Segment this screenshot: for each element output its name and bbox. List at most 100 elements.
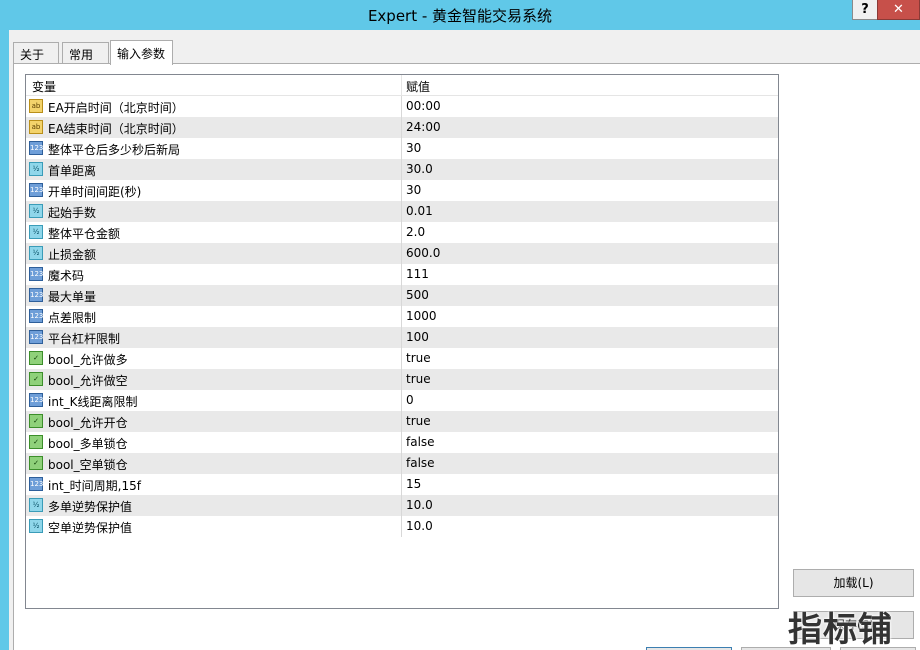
param-value-cell[interactable]: 600.0	[402, 243, 778, 264]
table-row[interactable]: 123 整体平仓后多少秒后新局 30	[26, 138, 778, 159]
param-name-cell[interactable]: ½ 首单距离	[26, 159, 402, 180]
parameters-grid[interactable]: 变量 赋值 ab EA开启时间（北京时间） 00:00 ab EA结束时间（北京时间） 2…	[25, 74, 779, 609]
param-value-cell[interactable]: 30	[402, 180, 778, 201]
param-name-cell[interactable]: ✓ bool_多单锁仓	[26, 432, 402, 453]
inputs-panel: 变量 赋值 ab EA开启时间（北京时间） 00:00 ab EA结束时间（北京时间） 2…	[13, 63, 920, 650]
table-row[interactable]: ab EA开启时间（北京时间） 00:00	[26, 96, 778, 117]
param-name-cell[interactable]: 123 最大单量	[26, 285, 402, 306]
param-value-cell[interactable]: 15	[402, 474, 778, 495]
param-value-cell[interactable]: 00:00	[402, 96, 778, 117]
double-type-icon: ½	[29, 498, 43, 512]
int-type-icon: 123	[29, 330, 43, 344]
table-row[interactable]: 123 魔术码 111	[26, 264, 778, 285]
param-name-cell[interactable]: 123 魔术码	[26, 264, 402, 285]
param-name: 整体平仓后多少秒后新局	[48, 143, 181, 157]
tab-inputs[interactable]: 输入参数	[110, 40, 173, 65]
param-value-cell[interactable]: true	[402, 348, 778, 369]
close-button[interactable]: ✕	[877, 0, 920, 20]
param-value-cell[interactable]: 0.01	[402, 201, 778, 222]
int-type-icon: 123	[29, 288, 43, 302]
param-name-cell[interactable]: ✓ bool_允许做多	[26, 348, 402, 369]
param-name: bool_允许做空	[48, 374, 128, 388]
param-value-cell[interactable]: 10.0	[402, 495, 778, 516]
param-value-cell[interactable]: 10.0	[402, 516, 778, 537]
load-button[interactable]: 加载(L)	[793, 569, 914, 597]
table-row[interactable]: ½ 整体平仓金额 2.0	[26, 222, 778, 243]
help-button[interactable]: ?	[852, 0, 878, 20]
param-value-cell[interactable]: false	[402, 432, 778, 453]
double-type-icon: ½	[29, 246, 43, 260]
param-name-cell[interactable]: ✓ bool_空单锁仓	[26, 453, 402, 474]
param-name-cell[interactable]: ½ 整体平仓金额	[26, 222, 402, 243]
table-row[interactable]: 123 开单时间间距(秒) 30	[26, 180, 778, 201]
param-value-cell[interactable]: 24:00	[402, 117, 778, 138]
table-row[interactable]: ½ 首单距离 30.0	[26, 159, 778, 180]
param-name: bool_允许做多	[48, 353, 128, 367]
table-row[interactable]: 123 int_时间周期,15f 15	[26, 474, 778, 495]
table-row[interactable]: 123 最大单量 500	[26, 285, 778, 306]
table-row[interactable]: 123 平台杠杆限制 100	[26, 327, 778, 348]
param-name: EA开启时间（北京时间）	[48, 101, 184, 115]
param-name-cell[interactable]: 123 int_时间周期,15f	[26, 474, 402, 495]
table-row[interactable]: ½ 起始手数 0.01	[26, 201, 778, 222]
bool-type-icon: ✓	[29, 351, 43, 365]
param-name-cell[interactable]: ½ 空单逆势保护值	[26, 516, 402, 537]
table-row[interactable]: ½ 空单逆势保护值 10.0	[26, 516, 778, 537]
param-value-cell[interactable]: 1000	[402, 306, 778, 327]
param-value-cell[interactable]: 30.0	[402, 159, 778, 180]
param-name: 空单逆势保护值	[48, 521, 133, 535]
param-name-cell[interactable]: ½ 多单逆势保护值	[26, 495, 402, 516]
param-name: 起始手数	[48, 206, 97, 220]
double-type-icon: ½	[29, 225, 43, 239]
param-name: 开单时间间距(秒)	[48, 185, 142, 199]
int-type-icon: 123	[29, 477, 43, 491]
param-name-cell[interactable]: 123 int_K线距离限制	[26, 390, 402, 411]
tab-about[interactable]: 关于	[13, 42, 59, 64]
string-type-icon: ab	[29, 120, 43, 134]
param-name: bool_空单锁仓	[48, 458, 128, 472]
param-name-cell[interactable]: 123 点差限制	[26, 306, 402, 327]
table-row[interactable]: ✓ bool_允许做空 true	[26, 369, 778, 390]
param-value-cell[interactable]: false	[402, 453, 778, 474]
table-row[interactable]: 123 int_K线距离限制 0	[26, 390, 778, 411]
param-name: 首单距离	[48, 164, 97, 178]
param-value-cell[interactable]: 30	[402, 138, 778, 159]
param-name-cell[interactable]: ✓ bool_允许开仓	[26, 411, 402, 432]
tab-common[interactable]: 常用	[62, 42, 109, 64]
title-bar[interactable]: Expert - 黄金智能交易系统 ? ✕	[0, 0, 920, 30]
param-value-cell[interactable]: 111	[402, 264, 778, 285]
header-variable[interactable]: 变量	[26, 75, 402, 96]
param-name-cell[interactable]: 123 平台杠杆限制	[26, 327, 402, 348]
param-name: int_时间周期,15f	[48, 479, 141, 493]
table-row[interactable]: ½ 止损金额 600.0	[26, 243, 778, 264]
table-row[interactable]: 123 点差限制 1000	[26, 306, 778, 327]
param-name-cell[interactable]: 123 开单时间间距(秒)	[26, 180, 402, 201]
param-value-cell[interactable]: true	[402, 411, 778, 432]
param-name: 魔术码	[48, 269, 85, 283]
param-value-cell[interactable]: 2.0	[402, 222, 778, 243]
window-title: Expert - 黄金智能交易系统	[367, 7, 553, 25]
int-type-icon: 123	[29, 183, 43, 197]
param-name-cell[interactable]: ½ 起始手数	[26, 201, 402, 222]
param-value-cell[interactable]: 100	[402, 327, 778, 348]
table-row[interactable]: ✓ bool_多单锁仓 false	[26, 432, 778, 453]
param-name-cell[interactable]: 123 整体平仓后多少秒后新局	[26, 138, 402, 159]
param-value-cell[interactable]: true	[402, 369, 778, 390]
param-name-cell[interactable]: ½ 止损金额	[26, 243, 402, 264]
param-value-cell[interactable]: 500	[402, 285, 778, 306]
table-row[interactable]: ✓ bool_空单锁仓 false	[26, 453, 778, 474]
header-value[interactable]: 赋值	[402, 75, 778, 96]
bool-type-icon: ✓	[29, 372, 43, 386]
param-name: 整体平仓金额	[48, 227, 121, 241]
table-row[interactable]: ½ 多单逆势保护值 10.0	[26, 495, 778, 516]
param-name: 止损金额	[48, 248, 97, 262]
table-row[interactable]: ✓ bool_允许开仓 true	[26, 411, 778, 432]
table-row[interactable]: ✓ bool_允许做多 true	[26, 348, 778, 369]
param-name-cell[interactable]: ab EA开启时间（北京时间）	[26, 96, 402, 117]
param-name-cell[interactable]: ✓ bool_允许做空	[26, 369, 402, 390]
watermark-logo: 指标铺	[788, 610, 893, 650]
param-value-cell[interactable]: 0	[402, 390, 778, 411]
param-name: 平台杠杆限制	[48, 332, 121, 346]
table-row[interactable]: ab EA结束时间（北京时间） 24:00	[26, 117, 778, 138]
param-name-cell[interactable]: ab EA结束时间（北京时间）	[26, 117, 402, 138]
